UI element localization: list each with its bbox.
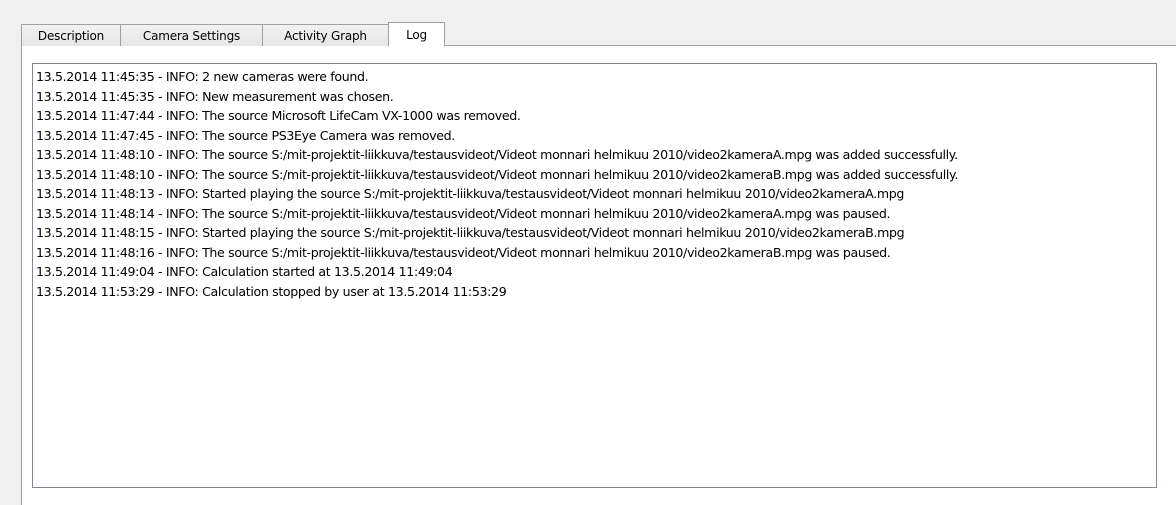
log-line: 13.5.2014 11:48:13 - INFO: Started playi…: [36, 186, 905, 201]
log-line: 13.5.2014 11:45:35 - INFO: 2 new cameras…: [36, 69, 369, 84]
log-text-area[interactable]: 13.5.2014 11:45:35 - INFO: 2 new cameras…: [32, 63, 1157, 488]
log-line: 13.5.2014 11:47:44 - INFO: The source Mi…: [36, 108, 521, 123]
log-line: 13.5.2014 11:48:16 - INFO: The source S:…: [36, 244, 891, 260]
log-line: 13.5.2014 11:48:10 - INFO: The source S:…: [36, 147, 958, 162]
log-line: 13.5.2014 11:49:04 - INFO: Calculation s…: [36, 264, 453, 279]
log-line: 13.5.2014 11:47:45 - INFO: The source PS…: [36, 127, 455, 143]
tab-log[interactable]: Log: [388, 22, 445, 47]
tab-description[interactable]: Description: [21, 24, 120, 46]
log-line: 13.5.2014 11:48:10 - INFO: The source S:…: [36, 166, 958, 182]
log-line: 13.5.2014 11:48:14 - INFO: The source S:…: [36, 205, 891, 221]
log-line: 13.5.2014 11:48:15 - INFO: Started playi…: [36, 225, 905, 240]
log-line: 13.5.2014 11:45:35 - INFO: New measureme…: [36, 88, 394, 104]
tab-strip: Description Camera Settings Activity Gra…: [21, 21, 445, 47]
tab-activity-graph[interactable]: Activity Graph: [262, 24, 389, 46]
tab-camera-settings[interactable]: Camera Settings: [120, 24, 262, 46]
log-tab-panel: 13.5.2014 11:45:35 - INFO: 2 new cameras…: [21, 45, 1176, 505]
log-line: 13.5.2014 11:53:29 - INFO: Calculation s…: [36, 283, 507, 299]
